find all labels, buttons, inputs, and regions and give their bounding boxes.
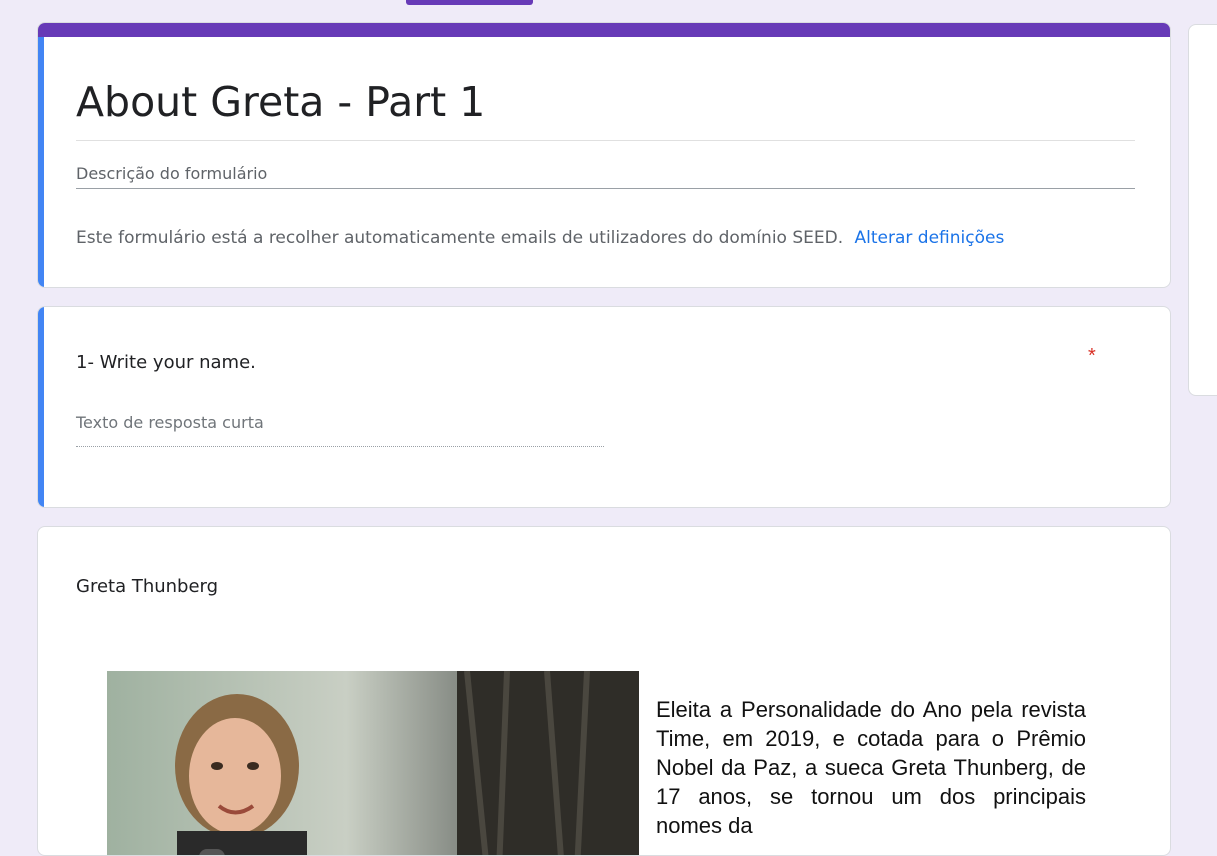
email-collection-notice: Este formulário está a recolher automati… bbox=[76, 228, 1004, 248]
article-text: Eleita a Personalidade do Ano pela revis… bbox=[656, 697, 1086, 838]
question-card[interactable]: 1- Write your name. * Texto de resposta … bbox=[37, 306, 1171, 508]
form-title[interactable]: About Greta - Part 1 bbox=[76, 78, 485, 126]
form-description-input[interactable]: Descrição do formulário bbox=[76, 164, 267, 183]
greta-photo bbox=[107, 671, 639, 855]
section-title: Greta Thunberg bbox=[76, 576, 219, 597]
description-underline bbox=[76, 188, 1135, 189]
question-title: 1- Write your name. bbox=[76, 352, 256, 373]
change-settings-link[interactable]: Alterar definições bbox=[855, 228, 1005, 248]
form-header-card[interactable]: About Greta - Part 1 Descrição do formul… bbox=[37, 22, 1171, 288]
active-tab-indicator bbox=[406, 0, 533, 5]
active-card-indicator bbox=[38, 307, 44, 507]
theme-color-bar bbox=[38, 23, 1170, 37]
required-asterisk: * bbox=[1088, 345, 1096, 367]
floating-toolbar[interactable] bbox=[1188, 24, 1217, 396]
active-card-indicator bbox=[38, 37, 44, 287]
title-underline bbox=[76, 140, 1135, 141]
notice-text: Este formulário está a recolher automati… bbox=[76, 228, 844, 248]
short-answer-field[interactable]: Texto de resposta curta bbox=[76, 413, 604, 447]
section-card[interactable]: Greta Thunberg Eleita a Personalidade do… bbox=[37, 526, 1171, 856]
